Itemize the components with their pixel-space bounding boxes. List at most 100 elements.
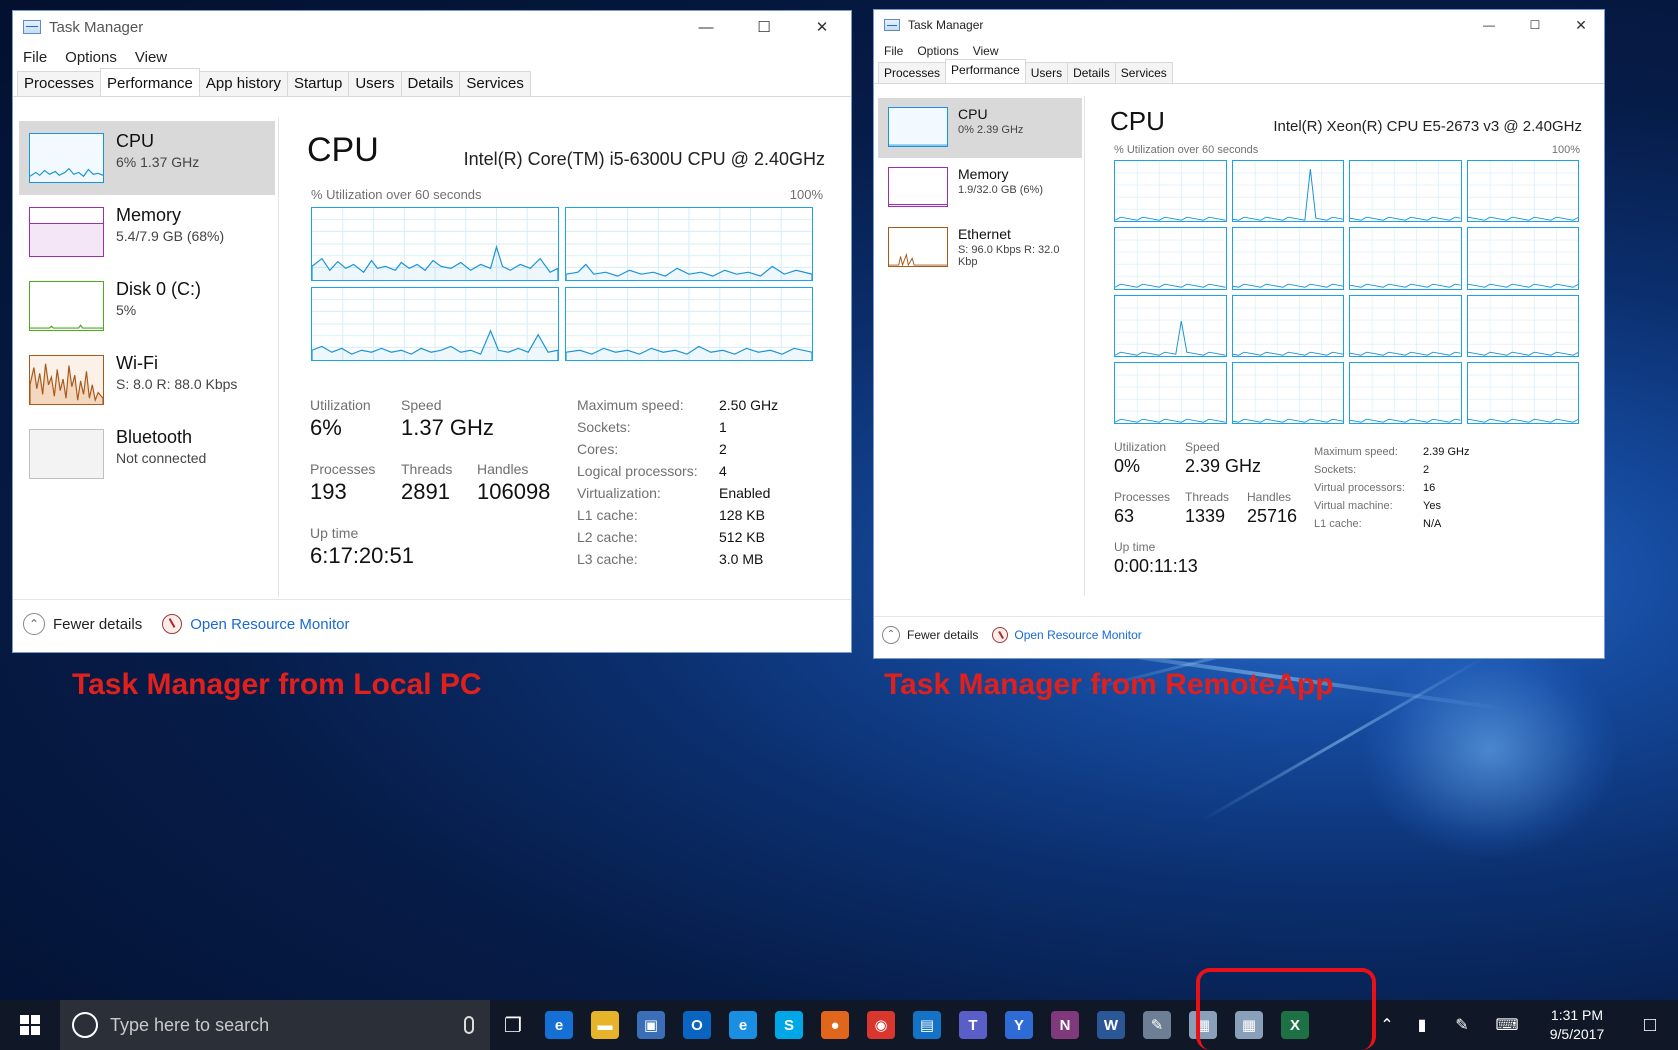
windows-logo-icon — [20, 1015, 40, 1035]
detail-key: Cores: — [577, 441, 619, 457]
paint-icon[interactable]: ✎ — [1134, 1000, 1180, 1050]
sidebar-item-memory[interactable]: Memory 1.9/32.0 GB (6%) — [878, 158, 1082, 218]
speed-value: 1.37 GHz — [401, 415, 494, 440]
open-resource-monitor-link[interactable]: Open Resource Monitor — [1014, 628, 1141, 642]
detail-value: 4 — [719, 463, 727, 479]
handles-label: Handles — [1247, 490, 1292, 504]
caption-local: Task Manager from Local PC — [72, 668, 482, 701]
detail-key: Virtualization: — [577, 485, 661, 501]
tab-users[interactable]: Users — [348, 71, 402, 96]
detail-key: Sockets: — [577, 419, 631, 435]
threads-value: 2891 — [401, 479, 450, 504]
threads-value: 1339 — [1185, 506, 1226, 526]
clock-time: 1:31 PM — [1550, 1007, 1604, 1023]
detail-key: Virtual machine: — [1314, 500, 1393, 512]
pen-icon[interactable]: ✎ — [1442, 1000, 1482, 1050]
detail-value: Enabled — [719, 485, 771, 501]
chevron-up-icon[interactable]: ⌃ — [1372, 1000, 1402, 1050]
file-explorer-icon[interactable]: ▬ — [582, 1000, 628, 1050]
microphone-icon[interactable] — [464, 1016, 474, 1034]
close-button[interactable]: ✕ — [1558, 10, 1604, 40]
menu-file[interactable]: File — [23, 49, 47, 66]
teams-icon[interactable]: T — [950, 1000, 996, 1050]
network-icon[interactable]: ▤ — [904, 1000, 950, 1050]
edge-icon[interactable]: e — [536, 1000, 582, 1050]
chrome-icon[interactable]: ◉ — [858, 1000, 904, 1050]
local-task-manager-window: Task Manager — ☐ ✕ File Options View Pro… — [12, 10, 852, 653]
chevron-up-icon[interactable]: ⌃ — [23, 613, 45, 635]
open-resource-monitor-link[interactable]: Open Resource Monitor — [190, 616, 349, 633]
speed-label: Speed — [401, 397, 442, 413]
task-view-icon[interactable]: ❐ — [490, 1000, 536, 1050]
taskbar-clock[interactable]: 1:31 PM 9/5/2017 — [1532, 1006, 1622, 1044]
detail-value: 3.0 MB — [719, 551, 764, 567]
menu-options[interactable]: Options — [917, 44, 958, 58]
menu-view[interactable]: View — [973, 44, 999, 58]
detail-value: 512 KB — [719, 529, 765, 545]
battery-icon[interactable]: ▮ — [1402, 1000, 1442, 1050]
tab-services[interactable]: Services — [459, 71, 531, 96]
caption-remote: Task Manager from RemoteApp — [884, 668, 1334, 701]
keyboard-icon[interactable]: ⌨ — [1482, 1000, 1532, 1050]
utilization-graph-label: % Utilization over 60 seconds — [1114, 144, 1259, 156]
minimize-button[interactable]: — — [677, 11, 735, 43]
action-center-icon[interactable]: □ — [1622, 1000, 1678, 1050]
menu-view[interactable]: View — [135, 49, 167, 66]
yammer-icon[interactable]: Y — [996, 1000, 1042, 1050]
remote-desktop-icon[interactable]: ▣ — [628, 1000, 674, 1050]
cortana-icon — [72, 1012, 98, 1038]
speed-value: 2.39 GHz — [1185, 456, 1262, 476]
sidebar-item-cpu[interactable]: CPU 0% 2.39 GHz — [878, 98, 1082, 158]
sidebar-label-wifi: Wi-Fi — [116, 353, 158, 373]
skype-icon[interactable]: S — [766, 1000, 812, 1050]
bluetooth-thumbnail-graph — [29, 429, 104, 479]
minimize-button[interactable]: — — [1466, 10, 1512, 40]
threads-label: Threads — [401, 461, 453, 477]
processes-value: 193 — [310, 479, 347, 504]
close-button[interactable]: ✕ — [793, 11, 851, 43]
tab-services[interactable]: Services — [1114, 62, 1173, 83]
menu-options[interactable]: Options — [65, 49, 117, 66]
firefox-icon[interactable]: ● — [812, 1000, 858, 1050]
fewer-details-button[interactable]: Fewer details — [907, 628, 978, 642]
threads-label: Threads — [1185, 490, 1230, 504]
cpu-core-graph-13 — [1231, 361, 1344, 424]
onenote-icon[interactable]: N — [1042, 1000, 1088, 1050]
maximize-button[interactable]: ☐ — [735, 11, 793, 43]
tab-performance[interactable]: Performance — [100, 68, 200, 94]
detail-value: 2.50 GHz — [719, 397, 779, 413]
tab-app-history[interactable]: App history — [198, 71, 288, 96]
tab-processes[interactable]: Processes — [878, 62, 947, 83]
menu-file[interactable]: File — [884, 44, 903, 58]
uptime-value: 6:17:20:51 — [310, 543, 414, 568]
taskbar-search-box[interactable]: Type here to search — [60, 1000, 490, 1050]
cpu-core-graph-10 — [1349, 294, 1462, 357]
cpu-heading: CPU — [307, 131, 379, 169]
cpu-heading: CPU — [1110, 106, 1165, 136]
task-manager-icon — [884, 19, 900, 31]
maximize-button[interactable]: ☐ — [1512, 10, 1558, 40]
sidebar-label-memory: Memory — [116, 205, 182, 225]
internet-explorer-icon[interactable]: e — [720, 1000, 766, 1050]
sidebar-item-cpu[interactable]: CPU 6% 1.37 GHz — [19, 121, 275, 195]
outlook-icon[interactable]: O — [674, 1000, 720, 1050]
chevron-up-icon[interactable]: ⌃ — [882, 626, 900, 644]
word-icon[interactable]: W — [1088, 1000, 1134, 1050]
window-title: Task Manager — [49, 18, 144, 36]
tab-users[interactable]: Users — [1024, 62, 1069, 83]
footer-divider — [13, 599, 851, 600]
wallpaper-light-halo — [1360, 640, 1620, 860]
tab-performance[interactable]: Performance — [945, 59, 1026, 81]
sidebar-label-cpu: CPU — [958, 106, 988, 122]
tab-processes[interactable]: Processes — [17, 71, 102, 96]
sidebar-item-disk[interactable]: Disk 0 (C:) 5% — [19, 269, 275, 343]
sidebar-item-bluetooth[interactable]: Bluetooth Not connected — [19, 417, 275, 491]
tab-details[interactable]: Details — [1067, 62, 1116, 83]
fewer-details-button[interactable]: Fewer details — [53, 616, 142, 633]
tab-startup[interactable]: Startup — [286, 71, 350, 96]
sidebar-item-memory[interactable]: Memory 5.4/7.9 GB (68%) — [19, 195, 275, 269]
sidebar-item-ethernet[interactable]: Ethernet S: 96.0 Kbps R: 32.0 Kbp — [878, 218, 1082, 278]
tab-details[interactable]: Details — [400, 71, 461, 96]
sidebar-item-wifi[interactable]: Wi-Fi S: 8.0 R: 88.0 Kbps — [19, 343, 275, 417]
start-button[interactable] — [0, 1000, 60, 1050]
